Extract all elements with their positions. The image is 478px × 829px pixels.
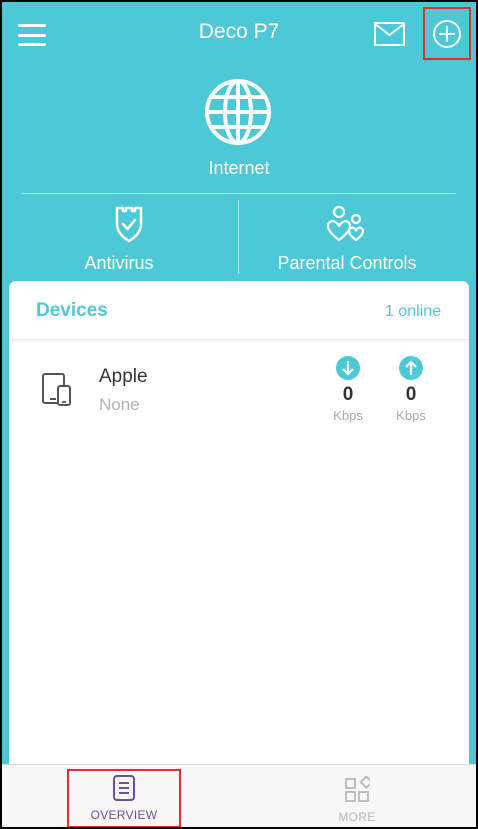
header-panel: Deco P7 Internet Antivirus Parental Cont… bbox=[0, 0, 478, 290]
mail-icon[interactable] bbox=[374, 22, 405, 46]
download-arrow-icon bbox=[336, 356, 360, 380]
parental-controls-label[interactable]: Parental Controls bbox=[238, 253, 456, 274]
download-value: 0 bbox=[342, 384, 354, 405]
add-button[interactable] bbox=[423, 7, 471, 60]
upload-unit: Kbps bbox=[396, 408, 426, 423]
globe-icon[interactable] bbox=[204, 78, 272, 146]
page-title: Deco P7 bbox=[198, 20, 280, 43]
overview-list-icon bbox=[113, 775, 135, 801]
more-grid-icon bbox=[345, 776, 370, 802]
upload-value: 0 bbox=[405, 384, 417, 405]
download-unit: Kbps bbox=[333, 408, 363, 423]
header-divider bbox=[22, 193, 456, 194]
tab-more-label: MORE bbox=[338, 810, 376, 824]
add-circle-icon bbox=[433, 19, 461, 48]
devices-header: Devices 1 online bbox=[9, 281, 469, 340]
tab-more[interactable]: MORE bbox=[300, 769, 414, 828]
upload-arrow-icon bbox=[399, 356, 423, 380]
device-name: Apple bbox=[99, 366, 148, 387]
devices-title: Devices bbox=[36, 300, 108, 321]
shield-check-icon[interactable] bbox=[112, 205, 146, 243]
parental-controls-icon[interactable] bbox=[326, 205, 368, 243]
antivirus-label[interactable]: Antivirus bbox=[0, 253, 238, 274]
internet-label[interactable]: Internet bbox=[0, 158, 478, 179]
devices-card: Devices 1 online Apple None 0 Kbps 0 Kbp… bbox=[9, 281, 469, 829]
tab-overview-label: OVERVIEW bbox=[90, 808, 158, 822]
device-list-item[interactable]: Apple None 0 Kbps 0 Kbps bbox=[9, 340, 469, 450]
download-rate: 0 Kbps bbox=[323, 356, 373, 423]
bottom-tab-bar: OVERVIEW MORE bbox=[0, 764, 478, 829]
tab-overview[interactable]: OVERVIEW bbox=[67, 769, 181, 828]
device-status: None bbox=[99, 395, 140, 414]
upload-rate: 0 Kbps bbox=[386, 356, 436, 423]
tablet-phone-icon bbox=[42, 373, 71, 406]
online-count[interactable]: 1 online bbox=[385, 303, 441, 321]
